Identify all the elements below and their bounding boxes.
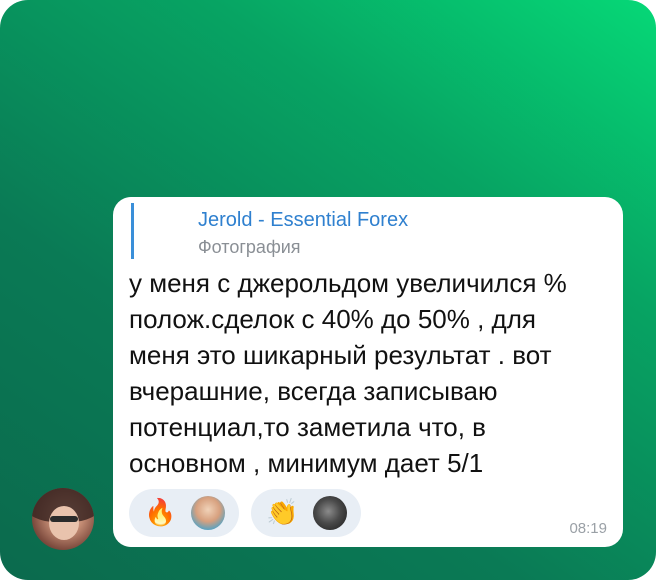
message-bubble[interactable]: Jerold - Essential Forex Фотография у ме… <box>113 197 623 547</box>
message-text: у меня с джерольдом увеличился % полож.с… <box>129 265 613 481</box>
fire-icon: 🔥 <box>144 498 177 528</box>
message-line: меня это шикарный результат . вот <box>129 340 552 370</box>
chat-background: Jerold - Essential Forex Фотография у ме… <box>0 0 656 580</box>
message-line: вчерашние, всегда записываю <box>129 376 498 406</box>
clap-icon: 👏 <box>266 498 299 528</box>
message-line: полож.сделок с 40% до 50% , для <box>129 304 536 334</box>
message-time: 08:19 <box>569 520 607 537</box>
message-line: потенциал,то заметила что, в <box>129 412 486 442</box>
message-line: у меня с джерольдом увеличился % <box>129 268 567 298</box>
sender-avatar[interactable] <box>32 488 94 550</box>
reaction-clap[interactable]: 👏 <box>251 489 361 537</box>
message-line: основном , минимум дает 5/1 <box>129 448 484 478</box>
avatar-glasses <box>50 516 78 522</box>
reply-author: Jerold - Essential Forex <box>198 209 409 231</box>
avatar-face <box>49 506 79 540</box>
reaction-fire[interactable]: 🔥 <box>129 489 239 537</box>
reactor-avatar <box>191 496 225 530</box>
reactor-avatar <box>313 496 347 530</box>
reply-media-type: Фотография <box>198 237 301 257</box>
reply-preview[interactable]: Jerold - Essential Forex Фотография <box>131 203 408 259</box>
